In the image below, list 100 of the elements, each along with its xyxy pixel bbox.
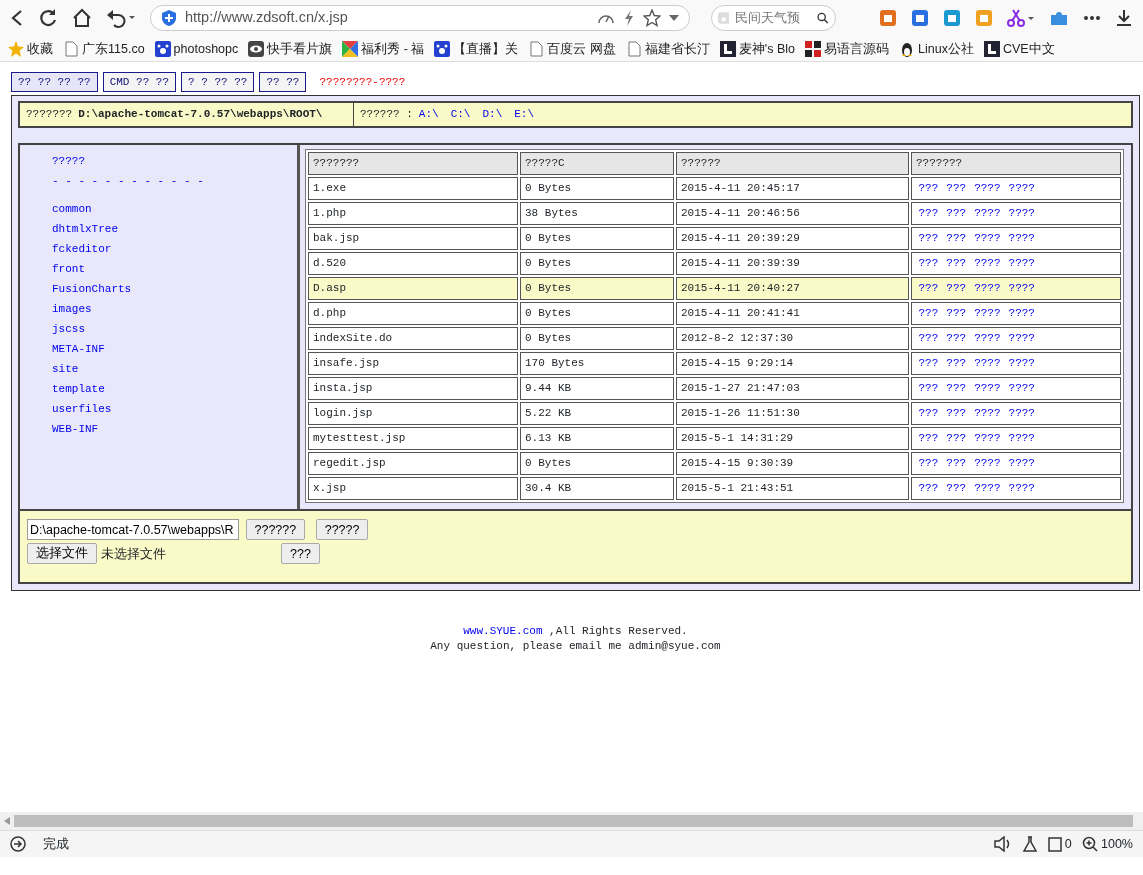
- back-icon[interactable]: [10, 9, 24, 27]
- action-link[interactable]: ????: [1008, 282, 1035, 295]
- path-input[interactable]: D:\apache-tomcat-7.0.57\webapps\R: [27, 519, 239, 540]
- folder-link[interactable]: WEB-INF: [52, 421, 297, 441]
- action-link[interactable]: ????: [1008, 482, 1035, 495]
- bookmark[interactable]: 福建省长汀: [625, 39, 710, 59]
- action-link[interactable]: ???: [918, 432, 939, 445]
- action-link[interactable]: ????: [1008, 207, 1035, 220]
- action-link[interactable]: ????: [974, 232, 1001, 245]
- action-link[interactable]: ???: [918, 382, 939, 395]
- action-link[interactable]: ???: [946, 407, 967, 420]
- bookmark[interactable]: 福利秀 - 福: [342, 39, 425, 59]
- file-row[interactable]: D.asp 0 Bytes 2015-4-11 20:40:27 ??? ??? ???? ????: [308, 277, 1121, 300]
- action-link[interactable]: ????: [974, 407, 1001, 420]
- counter-icon[interactable]: [1047, 836, 1062, 852]
- action-link[interactable]: ????: [1008, 432, 1035, 445]
- folder-link[interactable]: dhtmlxTree: [52, 221, 297, 241]
- footer-link[interactable]: www.SYUE.com: [463, 625, 543, 637]
- file-row[interactable]: login.jsp 5.22 KB 2015-1-26 11:51:30 ??? ??? ???? ????: [308, 402, 1121, 425]
- action-link[interactable]: ????: [974, 307, 1001, 320]
- action-link[interactable]: ????: [1008, 382, 1035, 395]
- action-link[interactable]: ???: [946, 357, 967, 370]
- speaker-icon[interactable]: [993, 836, 1012, 852]
- action-link[interactable]: ???: [918, 282, 939, 295]
- file-row[interactable]: d.520 0 Bytes 2015-4-11 20:39:39 ??? ??? ???? ????: [308, 252, 1121, 275]
- action-link[interactable]: ???: [918, 207, 939, 220]
- scroll-thumb[interactable]: [14, 815, 1133, 827]
- nav-tab[interactable]: ?? ??: [259, 72, 307, 92]
- download-icon[interactable]: [1115, 9, 1133, 27]
- folder-link[interactable]: jscss: [52, 321, 297, 341]
- action-link[interactable]: ????: [1008, 407, 1035, 420]
- folder-link[interactable]: fckeditor: [52, 241, 297, 261]
- folder-link[interactable]: template: [52, 381, 297, 401]
- action-link[interactable]: ???: [946, 232, 967, 245]
- zoom-text[interactable]: 100%: [1101, 834, 1133, 854]
- bookmark[interactable]: 【直播】关: [434, 39, 519, 59]
- file-row[interactable]: insta.jsp 9.44 KB 2015-1-27 21:47:03 ??? ??? ???? ????: [308, 377, 1121, 400]
- file-row[interactable]: regedit.jsp 0 Bytes 2015-4-15 9:30:39 ??? ??? ???? ????: [308, 452, 1121, 475]
- file-row[interactable]: indexSite.do 0 Bytes 2012-8-2 12:37:30 ??? ??? ???? ????: [308, 327, 1121, 350]
- action-link[interactable]: ????: [974, 282, 1001, 295]
- bookmark[interactable]: photoshopc: [154, 39, 239, 59]
- folder-link[interactable]: images: [52, 301, 297, 321]
- action-link[interactable]: ???: [946, 457, 967, 470]
- bookmark[interactable]: 快手看片旗: [248, 39, 333, 59]
- action-link[interactable]: ???: [946, 332, 967, 345]
- folder-link[interactable]: common: [52, 201, 297, 221]
- action-link[interactable]: ????: [1008, 307, 1035, 320]
- action-link[interactable]: ????: [1008, 332, 1035, 345]
- bookmark[interactable]: CVE中文: [983, 39, 1055, 59]
- nav-tab[interactable]: CMD ?? ??: [102, 72, 177, 92]
- action-button[interactable]: ?????: [315, 519, 369, 540]
- file-row[interactable]: bak.jsp 0 Bytes 2015-4-11 20:39:29 ??? ??? ???? ????: [308, 227, 1121, 250]
- lightning-icon[interactable]: [623, 10, 635, 26]
- action-link[interactable]: ???: [946, 482, 967, 495]
- action-link[interactable]: ????: [1008, 457, 1035, 470]
- file-row[interactable]: 1.exe 0 Bytes 2015-4-11 20:45:17 ??? ??? ???? ????: [308, 177, 1121, 200]
- action-link[interactable]: ???: [946, 307, 967, 320]
- reload-icon[interactable]: [38, 8, 58, 28]
- action-link[interactable]: ???: [918, 232, 939, 245]
- action-button[interactable]: ??????: [245, 519, 306, 540]
- more-icon[interactable]: [1083, 15, 1101, 21]
- nav-tab[interactable]: ? ? ?? ??: [181, 72, 255, 92]
- drive-link[interactable]: E:\: [514, 106, 535, 123]
- drive-link[interactable]: C:\: [450, 106, 471, 123]
- bookmark[interactable]: 易语言源码: [805, 39, 890, 59]
- dropdown-icon[interactable]: [669, 15, 679, 21]
- action-link[interactable]: ???: [918, 332, 939, 345]
- nav-tab[interactable]: ?? ?? ?? ??: [11, 72, 98, 92]
- parent-link[interactable]: ?????: [52, 153, 297, 173]
- action-link[interactable]: ???: [946, 207, 967, 220]
- action-link[interactable]: ???: [946, 432, 967, 445]
- star-icon[interactable]: [643, 9, 661, 27]
- bookmark[interactable]: Linux公社: [899, 39, 974, 59]
- drive-link[interactable]: A:\: [418, 106, 439, 123]
- search-field[interactable]: 民间天气预: [710, 5, 836, 31]
- action-link[interactable]: ???: [946, 382, 967, 395]
- action-link[interactable]: ????: [974, 382, 1001, 395]
- folder-link[interactable]: userfiles: [52, 401, 297, 421]
- action-link[interactable]: ???: [946, 257, 967, 270]
- action-link[interactable]: ????: [974, 257, 1001, 270]
- go-icon[interactable]: [10, 836, 26, 852]
- file-row[interactable]: insafe.jsp 170 Bytes 2015-4-15 9:29:14 ??? ??? ???? ????: [308, 352, 1121, 375]
- home-icon[interactable]: [72, 8, 92, 28]
- action-link[interactable]: ????: [1008, 257, 1035, 270]
- bookmark[interactable]: 广东115.co: [63, 39, 145, 59]
- action-link[interactable]: ???: [918, 257, 939, 270]
- zoom-icon[interactable]: [1081, 836, 1098, 852]
- action-link[interactable]: ????: [1008, 232, 1035, 245]
- action-link[interactable]: ????: [974, 432, 1001, 445]
- folder-link[interactable]: FusionCharts: [52, 281, 297, 301]
- action-link[interactable]: ???: [918, 407, 939, 420]
- folder-link[interactable]: META-INF: [52, 341, 297, 361]
- action-link[interactable]: ???: [918, 307, 939, 320]
- search-icon[interactable]: [817, 10, 829, 26]
- file-row[interactable]: mytesttest.jsp 6.13 KB 2015-5-1 14:31:29 ??? ??? ???? ????: [308, 427, 1121, 450]
- action-link[interactable]: ????: [974, 207, 1001, 220]
- search-input[interactable]: 民间天气预: [733, 7, 813, 29]
- action-link[interactable]: ????: [974, 457, 1001, 470]
- upload-button[interactable]: ???: [281, 543, 320, 565]
- action-link[interactable]: ????: [1008, 182, 1035, 195]
